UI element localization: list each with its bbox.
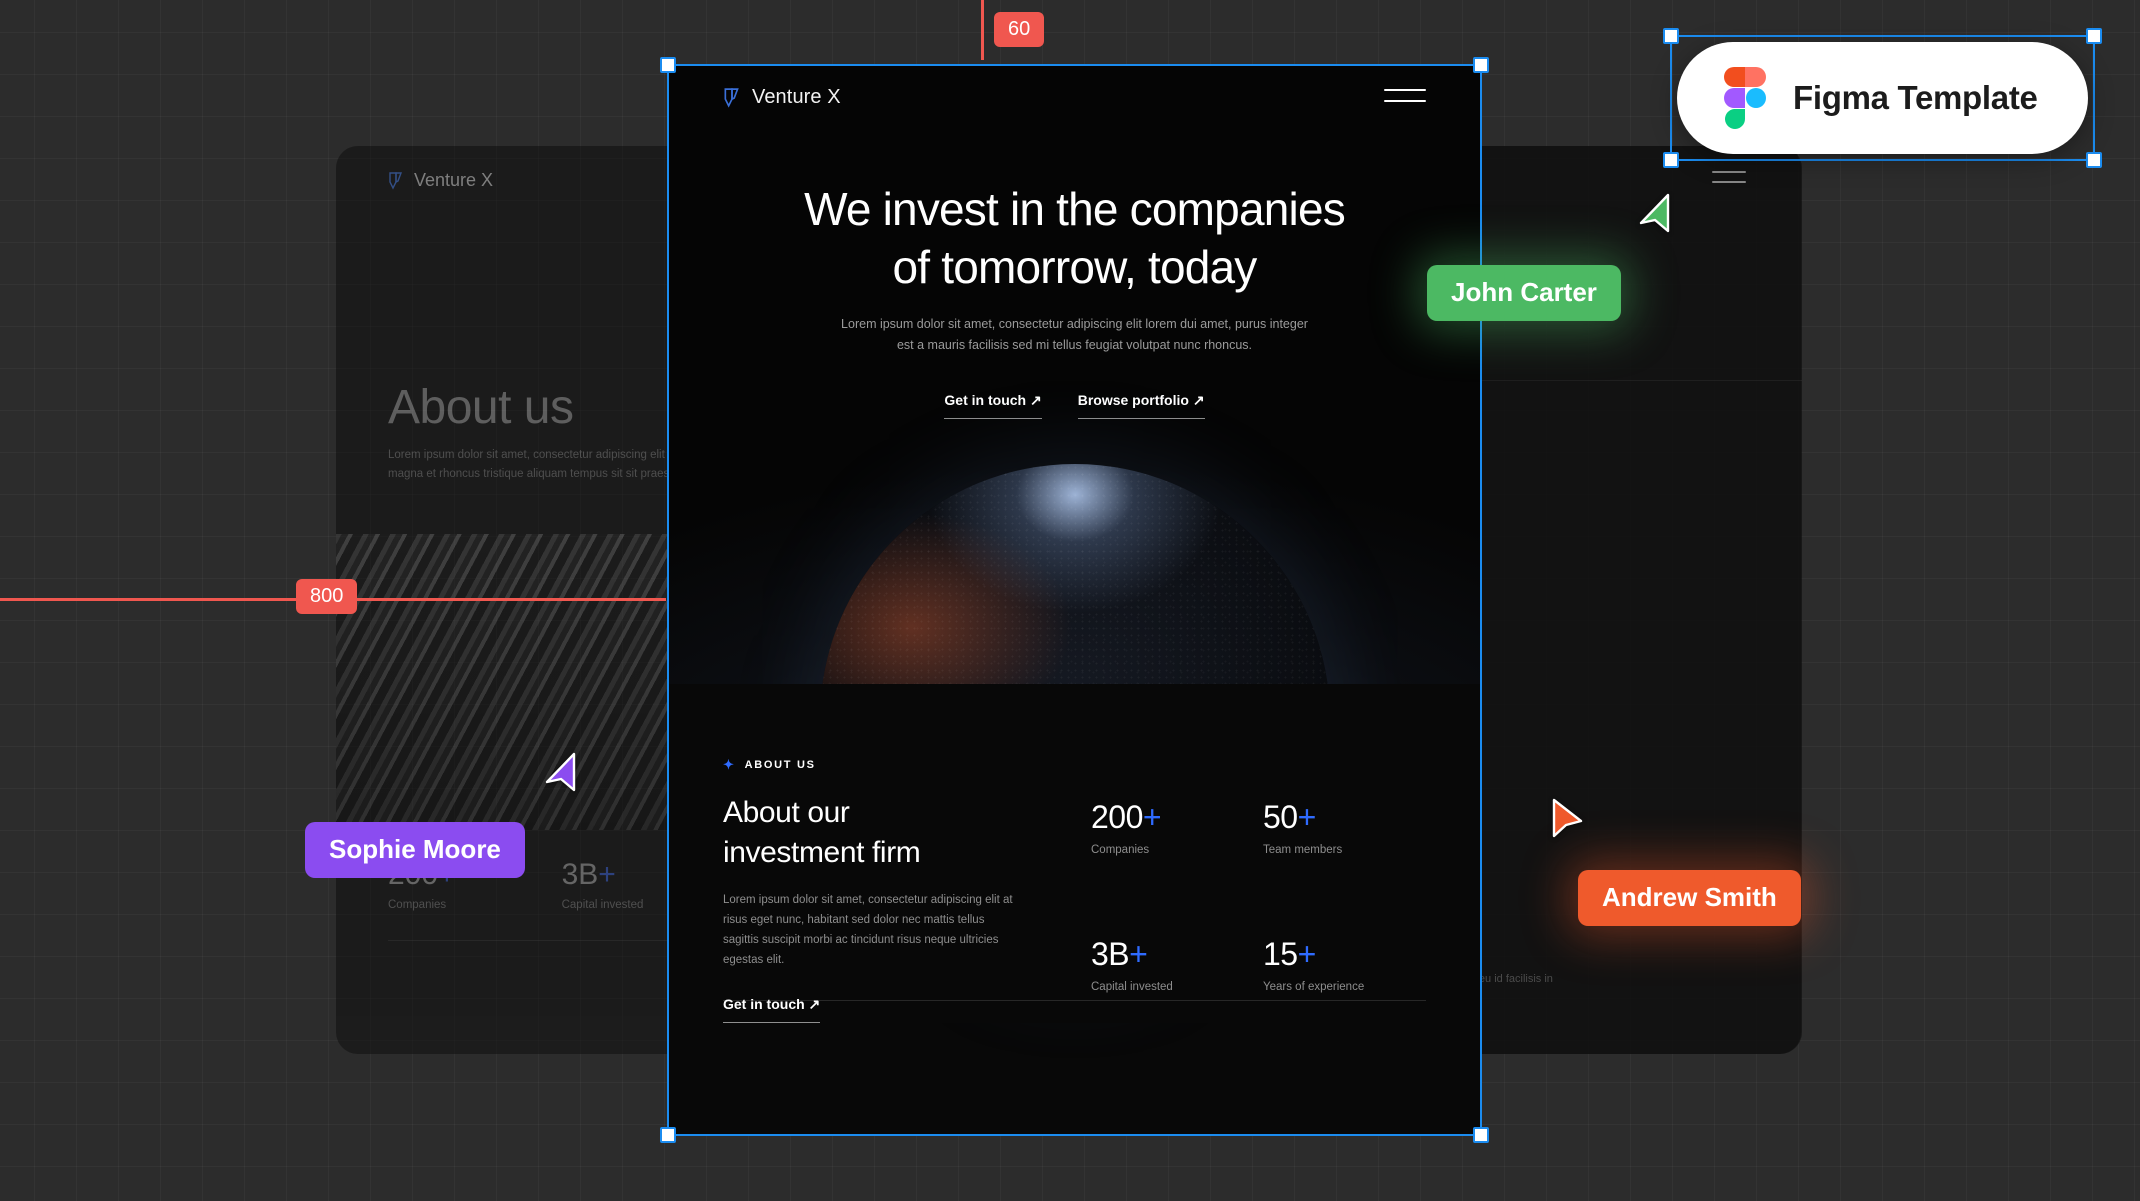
about-heading: About our investment firm <box>723 793 1023 873</box>
about-heading-line2: investment firm <box>723 836 921 869</box>
left-page-heading: About us <box>388 381 574 434</box>
about-grid: About our investment firm Lorem ipsum do… <box>723 793 1426 1023</box>
hero-navbar: Venture X <box>723 86 1426 109</box>
hero-section: Venture X We invest in the companies of … <box>667 64 1482 974</box>
right-page-hamburger-icon[interactable] <box>1712 171 1746 186</box>
cursor-label-sophie-moore: Sophie Moore <box>305 822 525 878</box>
hero-headline-line2: of tomorrow, today <box>892 241 1258 293</box>
hero-brand-label: Venture X <box>752 86 841 108</box>
about-text-column: About our investment firm Lorem ipsum do… <box>723 793 1023 1023</box>
stat-caption: Companies <box>1091 844 1150 856</box>
stat-years-experience: 15+ Years of experience <box>1263 936 1375 1023</box>
left-page-brand-label: Venture X <box>414 170 494 190</box>
about-paragraph: Lorem ipsum dolor sit amet, consectetur … <box>723 894 1013 966</box>
about-heading-line1: About our <box>723 796 850 829</box>
hero-cta-group: Get in touch ↗ Browse portfolio ↗ <box>667 392 1482 419</box>
left-page-brand: Venture X <box>388 170 493 191</box>
resize-handle-top-left[interactable] <box>1663 28 1679 44</box>
stat-value: 50 <box>1263 799 1298 835</box>
figma-template-badge[interactable]: Figma Template <box>1677 42 2088 154</box>
stat-suffix: + <box>1297 936 1317 972</box>
vertical-measure-line <box>981 0 984 60</box>
hero-headline: We invest in the companies of tomorrow, … <box>667 180 1482 296</box>
about-stat-grid: 200+ Companies 50+ Team members 3B+ Capi… <box>1091 793 1375 1023</box>
hero-brand[interactable]: Venture X <box>723 86 841 109</box>
stat-caption: Team members <box>1263 844 1343 856</box>
about-eyebrow: ✦ ABOUT US <box>723 758 1426 771</box>
venture-x-logo-icon <box>724 87 739 108</box>
stat-caption: Years of experience <box>1263 981 1365 993</box>
hero-paragraph: Lorem ipsum dolor sit amet, consectetur … <box>841 317 1308 352</box>
venture-x-logo-icon <box>389 171 403 190</box>
measure-badge-horizontal: 800 <box>296 579 358 614</box>
sparkle-icon: ✦ <box>723 757 736 772</box>
about-eyebrow-label: ABOUT US <box>744 758 816 771</box>
resize-handle-bottom-right[interactable] <box>2086 152 2102 168</box>
get-in-touch-button[interactable]: Get in touch ↗ <box>944 392 1042 419</box>
stat-caption: Capital invested <box>1091 981 1173 993</box>
figma-template-label: Figma Template <box>1793 79 2038 116</box>
measure-badge-vertical: 60 <box>994 12 1045 47</box>
selected-frame-venture-x[interactable]: Venture X We invest in the companies of … <box>667 64 1482 1136</box>
stat-value: 3B <box>561 858 599 891</box>
resize-handle-top-right[interactable] <box>2086 28 2102 44</box>
stat-value: 15 <box>1263 936 1298 972</box>
stat-suffix: + <box>1142 799 1162 835</box>
stat-capital-invested: 3B+ Capital invested <box>1091 936 1203 1023</box>
stat-team-members: 50+ Team members <box>1263 799 1375 886</box>
hero-headline-line1: We invest in the companies <box>804 183 1346 235</box>
cursor-label-john-carter: John Carter <box>1427 265 1621 321</box>
about-divider <box>723 1000 1426 1001</box>
stat-value: 200 <box>1091 799 1143 835</box>
browse-portfolio-button[interactable]: Browse portfolio ↗ <box>1077 392 1205 419</box>
about-section: ✦ ABOUT US About our investment firm Lor… <box>667 684 1482 1023</box>
figma-canvas[interactable]: Venture X About us Lorem ipsum dolor sit… <box>0 0 2140 1201</box>
hamburger-icon[interactable] <box>1384 88 1426 107</box>
figma-logo-icon <box>1724 67 1766 129</box>
stat-caption: Capital invested <box>561 899 644 911</box>
stat-value: 3B <box>1091 936 1130 972</box>
left-page-stat: 3B+ Capital invested <box>562 858 644 911</box>
stat-caption: Companies <box>388 899 447 911</box>
cursor-label-andrew-smith: Andrew Smith <box>1578 870 1801 926</box>
stat-suffix: + <box>1129 936 1148 972</box>
stat-companies: 200+ Companies <box>1091 799 1203 886</box>
stat-suffix: + <box>598 858 616 891</box>
stat-suffix: + <box>1297 799 1317 835</box>
